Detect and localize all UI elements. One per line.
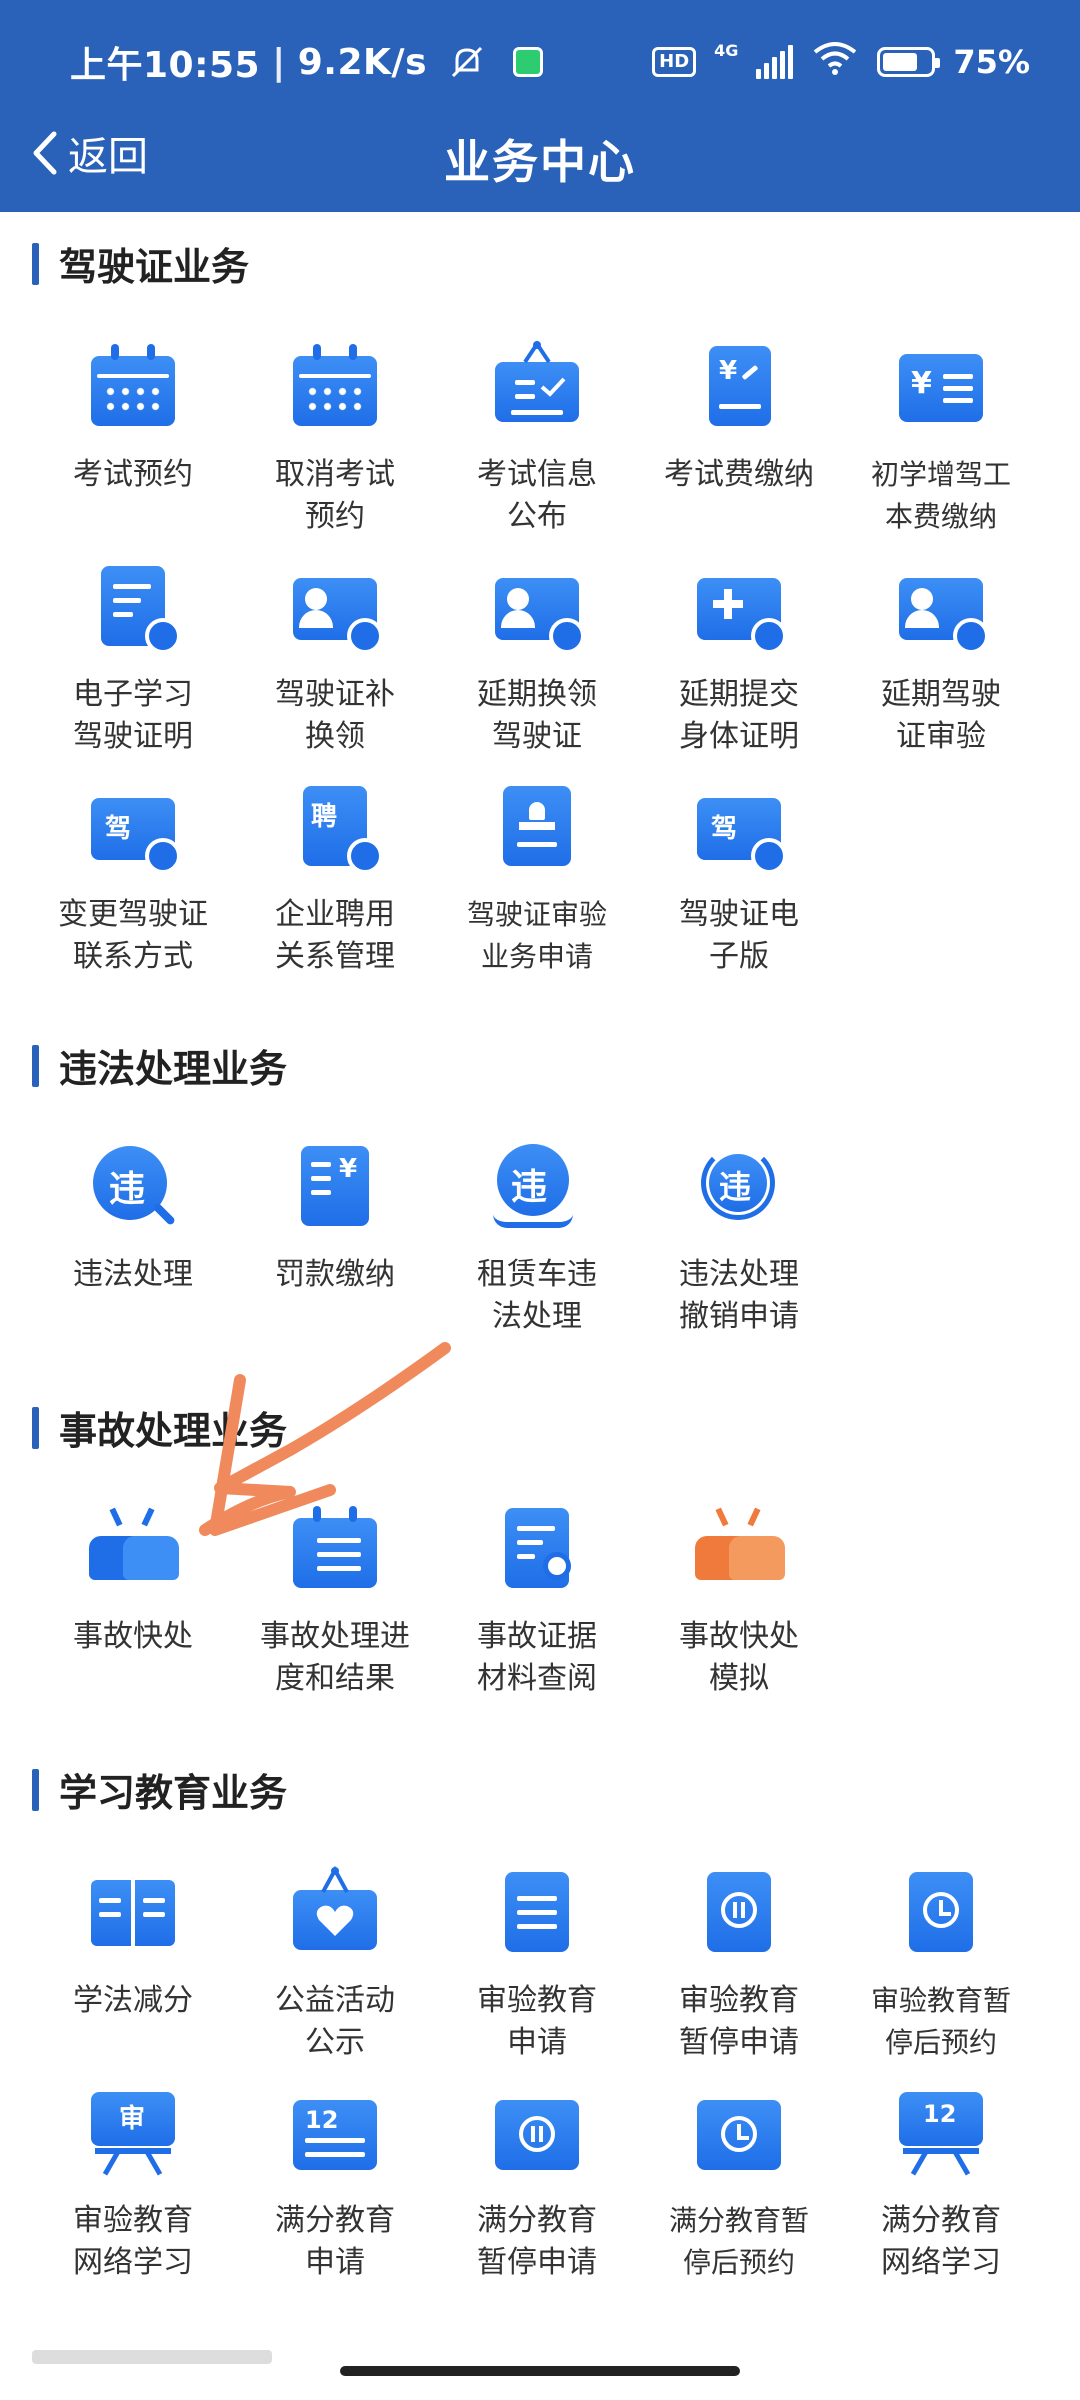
- annotation-arrow: [199, 1342, 451, 1536]
